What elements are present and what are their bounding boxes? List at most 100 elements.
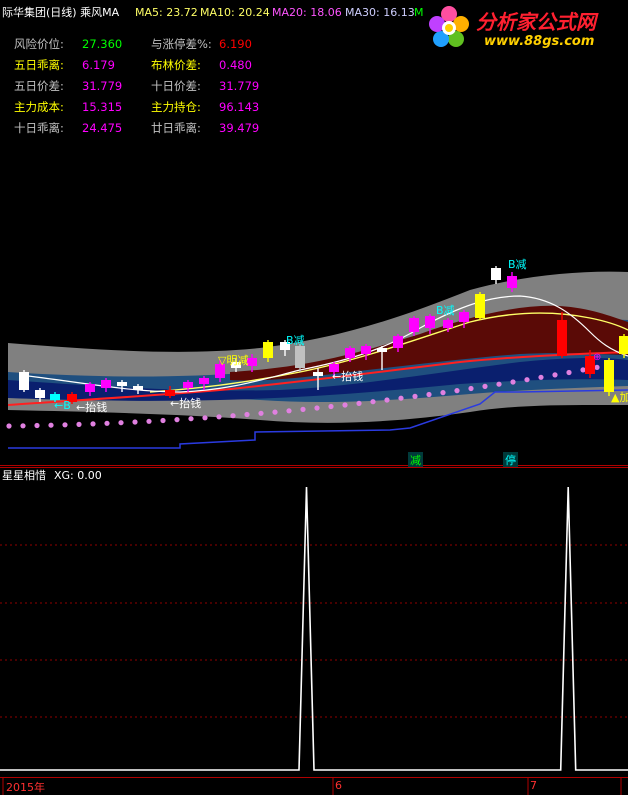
stat-value: 96.143 bbox=[219, 100, 260, 114]
dot-marker bbox=[6, 423, 12, 429]
axis-label-year: 2015年 bbox=[6, 781, 45, 794]
dot-marker bbox=[188, 416, 194, 422]
dot-marker bbox=[454, 388, 460, 394]
dot-marker bbox=[398, 395, 404, 401]
candle-body bbox=[263, 342, 273, 358]
right-mark: ▲加 bbox=[611, 391, 628, 404]
b-signal-3: B减 bbox=[286, 334, 305, 347]
ma5-label: MA5: 23.72 bbox=[135, 6, 198, 19]
dot-marker bbox=[34, 422, 40, 429]
stat-value: 6.179 bbox=[82, 58, 115, 72]
stat-value: 31.779 bbox=[82, 79, 123, 93]
dot-marker bbox=[314, 405, 320, 411]
dot-marker bbox=[482, 383, 488, 389]
xg-series-line bbox=[0, 486, 628, 771]
dot-marker bbox=[594, 364, 600, 370]
stat-label: 五日乖离: bbox=[14, 58, 64, 72]
dot-marker bbox=[538, 374, 544, 380]
stat-value: 31.779 bbox=[219, 79, 260, 93]
candle-body bbox=[377, 348, 387, 352]
indicator-title: 星星相惜 bbox=[2, 469, 46, 482]
stat-label: 主力持仓: bbox=[151, 100, 201, 114]
dot-marker bbox=[132, 419, 138, 425]
b-signal-1: B减 bbox=[508, 258, 527, 271]
stat-label: 与涨停差%: bbox=[151, 37, 212, 51]
dot-marker bbox=[216, 414, 222, 420]
candle-body bbox=[619, 336, 628, 354]
dot-marker bbox=[286, 408, 292, 414]
ting-marker: 停 bbox=[503, 452, 518, 468]
ma20-label: MA20: 18.06 bbox=[272, 6, 342, 19]
logo: 分析家公式网 www.88gs.com bbox=[428, 2, 626, 54]
dot-marker bbox=[272, 409, 278, 415]
stat-label: 十日价差: bbox=[151, 79, 201, 93]
axis-label-june: 6 bbox=[335, 779, 342, 792]
candle-body bbox=[507, 276, 517, 288]
candle-body bbox=[345, 348, 355, 358]
dot-marker bbox=[328, 403, 334, 410]
stat-value: 0.480 bbox=[219, 58, 252, 72]
dot-marker bbox=[524, 377, 530, 383]
candle-body bbox=[604, 360, 614, 392]
b-left-signal: ←B bbox=[54, 399, 71, 412]
indicator-xg-value: XG: 0.00 bbox=[54, 469, 102, 482]
logo-name: 分析家公式网 bbox=[476, 10, 596, 34]
candle-body bbox=[313, 372, 323, 376]
stock-title: 际华集团(日线) 乘风MA bbox=[2, 6, 120, 19]
candle-body bbox=[101, 380, 111, 388]
stat-value: 39.479 bbox=[219, 121, 260, 135]
stat-label: 布林价差: bbox=[151, 58, 201, 72]
dot-marker bbox=[48, 422, 54, 428]
indicator-chart bbox=[0, 467, 628, 771]
dot-marker bbox=[384, 397, 390, 403]
dot-marker bbox=[244, 411, 250, 418]
dot-marker bbox=[300, 406, 306, 412]
candle-body bbox=[199, 378, 209, 384]
dot-marker bbox=[76, 421, 82, 427]
candle-body bbox=[19, 372, 29, 390]
dot-marker bbox=[468, 385, 474, 392]
stat-value: 27.360 bbox=[82, 37, 123, 51]
stat-label: 廿日乖离: bbox=[151, 121, 201, 135]
ma-cut-label: M bbox=[414, 6, 424, 19]
candle-body bbox=[295, 346, 305, 368]
stat-value: 24.475 bbox=[82, 121, 123, 135]
candle-body bbox=[247, 358, 257, 366]
dot-marker bbox=[510, 379, 516, 385]
candle-body bbox=[491, 268, 501, 280]
qian-signal-1: ←抬钱 bbox=[332, 370, 364, 383]
qian-signal-3: ←抬钱 bbox=[76, 401, 108, 414]
ma10-label: MA10: 20.24 bbox=[200, 6, 270, 19]
candle-body bbox=[557, 320, 567, 356]
dot-marker bbox=[174, 417, 180, 423]
dot-marker bbox=[496, 381, 502, 387]
dot-marker bbox=[370, 399, 376, 405]
dot-marker bbox=[566, 369, 572, 376]
main-chart-panel[interactable]: 际华集团(日线) 乘风MA MA5: 23.72 MA10: 20.24 MA2… bbox=[0, 0, 628, 468]
candle-body bbox=[443, 320, 453, 328]
dot-marker bbox=[230, 413, 236, 419]
stat-value: 15.315 bbox=[82, 100, 123, 114]
stat-label: 十日乖离: bbox=[14, 121, 64, 135]
b-signal-2: B减 bbox=[436, 304, 455, 317]
indicator-panel[interactable]: 星星相惜 XG: 0.00 bbox=[0, 467, 628, 777]
dot-marker bbox=[342, 402, 348, 408]
candle-body bbox=[117, 382, 127, 386]
date-axis: 2015年 6 7 bbox=[0, 777, 628, 795]
candle-body bbox=[393, 336, 403, 348]
dot-marker bbox=[104, 420, 110, 426]
dot-marker bbox=[202, 415, 208, 421]
axis-label-july: 7 bbox=[530, 779, 537, 792]
mingjian-signal: ▽明减 bbox=[218, 354, 249, 367]
dot-marker bbox=[440, 390, 446, 396]
candle-body bbox=[409, 318, 419, 332]
ma30-label: MA30: 16.13 bbox=[345, 6, 415, 19]
dot-marker bbox=[258, 410, 264, 416]
candle-body bbox=[35, 390, 45, 398]
jian-marker: 减 bbox=[408, 452, 423, 468]
candle-body bbox=[459, 312, 469, 322]
dot-marker bbox=[118, 420, 124, 426]
dot-marker bbox=[160, 417, 166, 424]
dot-marker bbox=[412, 393, 418, 399]
dot-marker bbox=[90, 421, 96, 427]
